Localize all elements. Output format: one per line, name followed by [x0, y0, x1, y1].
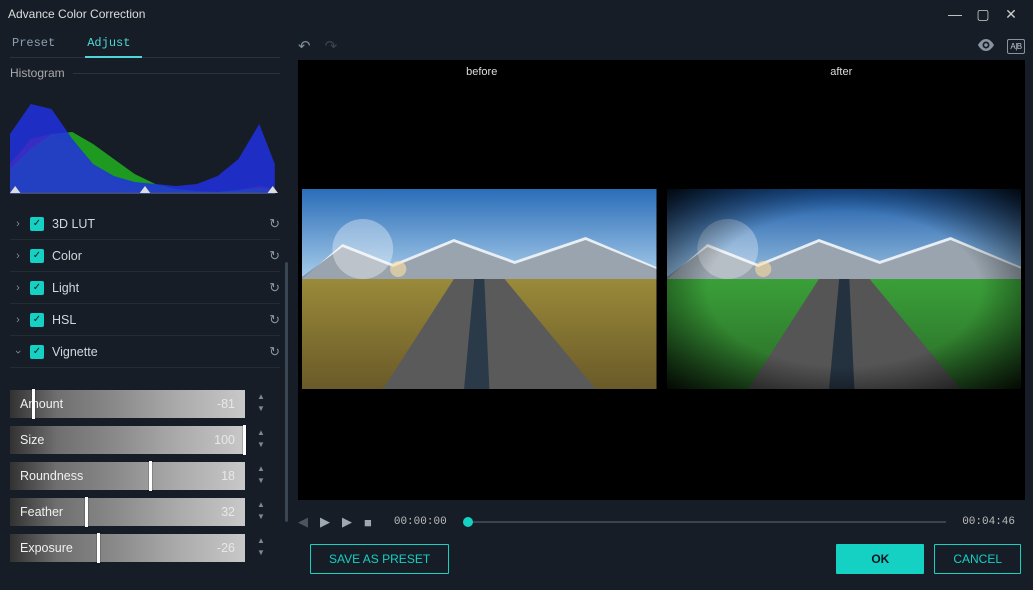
maximize-button[interactable]: ▢: [969, 6, 997, 23]
slider-value: -26: [217, 541, 235, 555]
step-up-icon[interactable]: ▲: [253, 464, 269, 476]
slider-value: 18: [221, 469, 235, 483]
step-up-icon[interactable]: ▲: [253, 392, 269, 404]
play-button[interactable]: ▶: [320, 514, 330, 530]
timeline-handle[interactable]: [463, 517, 473, 527]
slider-amount[interactable]: Amount -81 ▲▼: [10, 390, 245, 418]
divider: [73, 73, 280, 74]
section-label: Vignette: [52, 345, 269, 359]
section-vignette[interactable]: › ✓ Vignette ↻: [10, 336, 280, 368]
stop-button[interactable]: ■: [364, 515, 372, 530]
before-label: before: [302, 66, 662, 84]
section-label: HSL: [52, 313, 269, 327]
step-up-icon[interactable]: ▲: [253, 500, 269, 512]
histogram-label: Histogram: [10, 58, 65, 88]
play2-button[interactable]: ▶: [342, 514, 352, 530]
checkbox-hsl[interactable]: ✓: [30, 313, 44, 327]
redo-icon[interactable]: ↷: [325, 37, 338, 55]
main: Preset Adjust Histogram › ✓ 3D LU: [0, 28, 1033, 590]
timeline-track[interactable]: [463, 521, 947, 523]
slider-thumb[interactable]: [85, 497, 88, 527]
checkbox-3dlut[interactable]: ✓: [30, 217, 44, 231]
sections: › ✓ 3D LUT ↻ › ✓ Color ↻ › ✓ Light ↻ › ✓…: [10, 208, 280, 570]
prev-frame-button[interactable]: ◀: [298, 514, 308, 530]
before-image[interactable]: [302, 189, 657, 389]
playbar: ◀ ▶ ▶ ■ 00:00:00 00:04:46: [298, 508, 1025, 536]
chevron-right-icon[interactable]: ›: [10, 250, 26, 262]
time-current: 00:00:00: [394, 516, 447, 528]
slider-value: 32: [221, 505, 235, 519]
histogram-header: Histogram: [10, 58, 280, 88]
step-down-icon[interactable]: ▼: [253, 548, 269, 560]
tab-adjust[interactable]: Adjust: [85, 32, 142, 58]
slider-exposure[interactable]: Exposure -26 ▲▼: [10, 534, 245, 562]
preview-tools: ↶ ↷ A|B: [298, 32, 1025, 60]
slider-thumb[interactable]: [97, 533, 100, 563]
tab-preset[interactable]: Preset: [10, 32, 67, 57]
compare-labels: before after: [302, 66, 1021, 84]
footer: SAVE AS PRESET OK CANCEL: [298, 536, 1025, 582]
reset-icon[interactable]: ↻: [269, 248, 280, 264]
slider-roundness[interactable]: Roundness 18 ▲▼: [10, 462, 245, 490]
save-as-preset-button[interactable]: SAVE AS PRESET: [310, 544, 449, 574]
after-label: after: [662, 66, 1022, 84]
slider-feather[interactable]: Feather 32 ▲▼: [10, 498, 245, 526]
checkbox-light[interactable]: ✓: [30, 281, 44, 295]
reset-icon[interactable]: ↻: [269, 344, 280, 360]
section-label: Light: [52, 281, 269, 295]
chevron-right-icon[interactable]: ›: [10, 282, 26, 294]
checkbox-color[interactable]: ✓: [30, 249, 44, 263]
slider-thumb[interactable]: [32, 389, 35, 419]
titlebar: Advance Color Correction — ▢ ✕: [0, 0, 1033, 28]
chevron-down-icon[interactable]: ›: [12, 344, 24, 360]
section-label: Color: [52, 249, 269, 263]
slider-label: Exposure: [20, 541, 217, 555]
undo-icon[interactable]: ↶: [298, 37, 311, 55]
section-label: 3D LUT: [52, 217, 269, 231]
slider-label: Roundness: [20, 469, 221, 483]
minimize-button[interactable]: —: [941, 6, 969, 22]
sidebar: Preset Adjust Histogram › ✓ 3D LU: [0, 28, 290, 590]
slider-value: 100: [214, 433, 235, 447]
step-down-icon[interactable]: ▼: [253, 476, 269, 488]
slider-thumb[interactable]: [149, 461, 152, 491]
compare-images: [302, 84, 1021, 494]
slider-thumb[interactable]: [243, 425, 246, 455]
slider-size[interactable]: Size 100 ▲▼: [10, 426, 245, 454]
chevron-right-icon[interactable]: ›: [10, 314, 26, 326]
section-light[interactable]: › ✓ Light ↻: [10, 272, 280, 304]
after-image[interactable]: [667, 189, 1022, 389]
step-down-icon[interactable]: ▼: [253, 512, 269, 524]
reset-icon[interactable]: ↻: [269, 216, 280, 232]
tabs: Preset Adjust: [10, 32, 280, 58]
section-3dlut[interactable]: › ✓ 3D LUT ↻: [10, 208, 280, 240]
preview-pane: ↶ ↷ A|B before after: [290, 28, 1033, 590]
step-up-icon[interactable]: ▲: [253, 536, 269, 548]
chevron-right-icon[interactable]: ›: [10, 218, 26, 230]
vignette-sliders: Amount -81 ▲▼ Size 100 ▲▼ Roundness 18 ▲…: [10, 390, 280, 562]
preview-toggle-icon[interactable]: [977, 38, 995, 55]
scrollbar[interactable]: [285, 262, 288, 522]
slider-label: Feather: [20, 505, 221, 519]
compare-mode-button[interactable]: A|B: [1007, 39, 1025, 54]
step-down-icon[interactable]: ▼: [253, 404, 269, 416]
time-duration: 00:04:46: [962, 516, 1015, 528]
cancel-button[interactable]: CANCEL: [934, 544, 1021, 574]
step-down-icon[interactable]: ▼: [253, 440, 269, 452]
viewport: before after: [298, 60, 1025, 500]
histogram-plot[interactable]: [10, 94, 280, 194]
slider-value: -81: [217, 397, 235, 411]
checkbox-vignette[interactable]: ✓: [30, 345, 44, 359]
close-button[interactable]: ✕: [997, 6, 1025, 23]
reset-icon[interactable]: ↻: [269, 280, 280, 296]
window-title: Advance Color Correction: [8, 7, 941, 21]
reset-icon[interactable]: ↻: [269, 312, 280, 328]
section-hsl[interactable]: › ✓ HSL ↻: [10, 304, 280, 336]
section-color[interactable]: › ✓ Color ↻: [10, 240, 280, 272]
slider-label: Amount: [20, 397, 217, 411]
slider-label: Size: [20, 433, 214, 447]
ok-button[interactable]: OK: [836, 544, 924, 574]
step-up-icon[interactable]: ▲: [253, 428, 269, 440]
